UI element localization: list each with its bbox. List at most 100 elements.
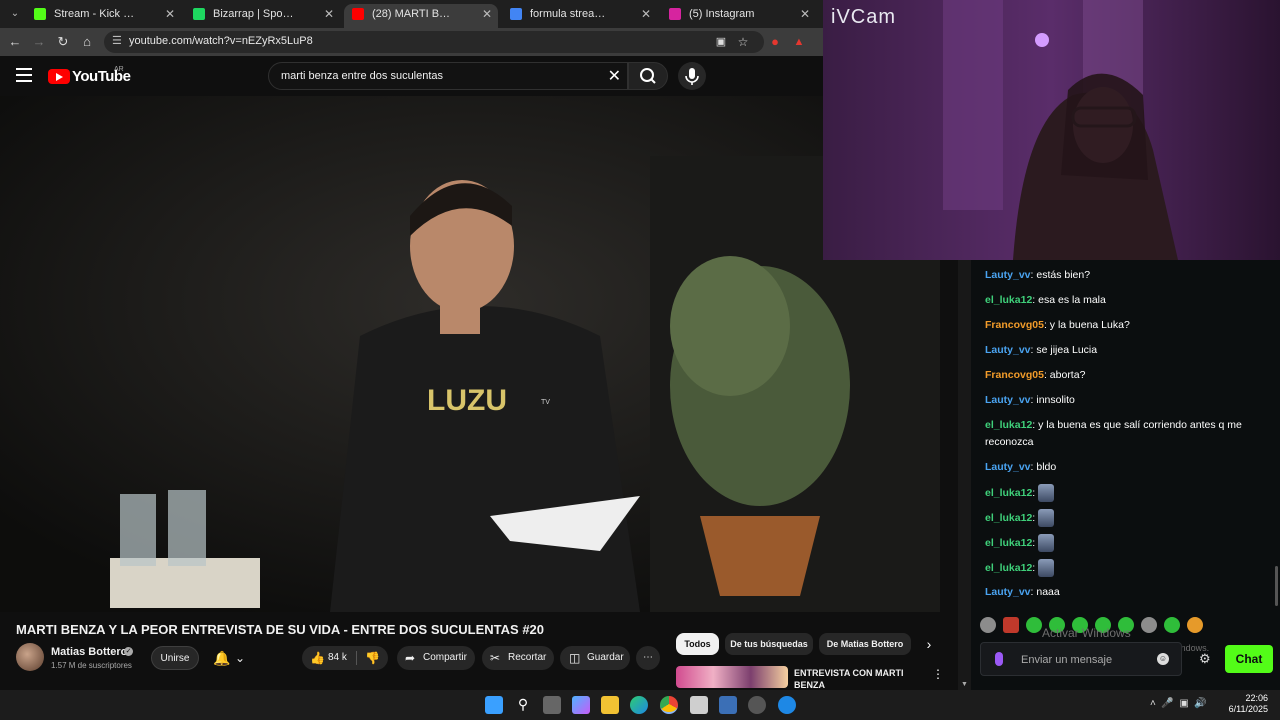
back-icon[interactable]: ← — [6, 33, 24, 51]
chip-from-searches[interactable]: De tus búsquedas — [725, 633, 813, 655]
microphone-icon[interactable] — [995, 652, 1003, 666]
tab-search-icon[interactable]: ⌄ — [6, 5, 24, 23]
clock[interactable]: 22:06 6/11/2025 — [1224, 693, 1268, 715]
channel-name[interactable]: Matias Bottero — [51, 646, 127, 658]
chip-from-channel[interactable]: De Matias Bottero — [819, 633, 911, 655]
chat-message: el_luka12: — [985, 559, 1270, 577]
chrome-icon[interactable] — [660, 696, 678, 714]
ivcam-label: iVCam — [831, 6, 897, 28]
copilot-icon[interactable] — [572, 696, 590, 714]
store-icon[interactable] — [690, 696, 708, 714]
scrollbar[interactable]: ▼ — [958, 260, 971, 690]
search-icon — [640, 68, 656, 84]
address-bar[interactable]: ☰ youtube.com/watch?v=nEZyRx5LuP8 — [104, 31, 764, 53]
chat-username[interactable]: el_luka12 — [985, 512, 1032, 524]
youtube-logo-icon[interactable] — [48, 69, 70, 84]
chat-username[interactable]: el_luka12 — [985, 487, 1032, 499]
chat-message-field[interactable] — [1019, 651, 1149, 669]
chat-scrollbar[interactable] — [1273, 260, 1280, 690]
close-tab-icon[interactable]: ✕ — [641, 4, 651, 24]
site-info-icon[interactable]: ☰ — [112, 34, 122, 47]
task-view-icon[interactable] — [543, 696, 561, 714]
app-icon[interactable] — [778, 696, 796, 714]
browser-tab[interactable]: (5) Instagram ✕ — [661, 4, 816, 28]
bookmark-icon: ◫ — [569, 651, 581, 665]
avatar[interactable] — [16, 643, 44, 671]
chevron-right-icon[interactable]: › — [920, 635, 938, 653]
notifications-button[interactable]: 🔔 ⌄ — [205, 646, 253, 670]
chat-emote-icon — [1038, 484, 1055, 502]
emote-icon[interactable] — [1164, 616, 1180, 633]
youtube-header: YouTube AR marti benza entre dos suculen… — [0, 56, 823, 96]
start-menu-icon[interactable] — [485, 696, 503, 714]
hamburger-menu-icon[interactable] — [16, 68, 32, 82]
close-tab-icon[interactable]: ✕ — [324, 4, 334, 24]
emote-icon[interactable] — [1141, 616, 1157, 633]
emote-icon[interactable] — [980, 616, 996, 633]
browser-tab[interactable]: formula streamers espn - Busca ✕ — [502, 4, 657, 28]
related-video-thumbnail[interactable] — [676, 666, 788, 688]
browser-tab[interactable]: (28) MARTI BENZA Y LA PEOR E ✕ — [344, 4, 498, 28]
extension-icon[interactable]: ▲ — [790, 33, 808, 51]
obs-icon[interactable] — [748, 696, 766, 714]
forward-icon[interactable]: → — [30, 33, 48, 51]
share-button[interactable]: ➦ Compartir — [397, 646, 475, 670]
search-input[interactable]: marti benza entre dos suculentas ✕ — [268, 62, 628, 90]
emote-icon[interactable] — [1003, 616, 1019, 633]
related-video-title[interactable]: ENTREVISTA CON MARTI BENZA — [794, 667, 914, 691]
chat-username[interactable]: Francovg05 — [985, 369, 1044, 381]
browser-tab[interactable]: Stream - Kick Dashboard ✕ — [26, 4, 181, 28]
clear-search-icon[interactable]: ✕ — [608, 66, 621, 86]
emote-icon[interactable] — [1026, 616, 1042, 633]
more-actions-icon[interactable]: ⋯ — [636, 646, 660, 670]
video-frame: LUZU TV — [0, 96, 940, 612]
webcam-overlay: iVCam — [823, 0, 1280, 260]
emote-icon[interactable] — [1187, 616, 1203, 633]
edge-icon[interactable] — [630, 696, 648, 714]
favicon-icon — [352, 8, 364, 20]
send-chat-button[interactable]: Chat — [1225, 645, 1273, 673]
chat-username[interactable]: Lauty_vv — [985, 344, 1031, 356]
chat-username[interactable]: Lauty_vv — [985, 461, 1031, 473]
home-icon[interactable]: ⌂ — [78, 33, 96, 51]
chat-username[interactable]: Lauty_vv — [985, 269, 1031, 281]
clip-button[interactable]: ✂ Recortar — [482, 646, 554, 670]
chat-username[interactable]: Francovg05 — [985, 319, 1044, 331]
chip-all[interactable]: Todos — [676, 633, 719, 655]
system-tray[interactable]: ˄ 🎤 ▣ 🔊 — [1150, 698, 1207, 709]
chat-username[interactable]: el_luka12 — [985, 562, 1032, 574]
chat-message: Francovg05: aborta? — [985, 369, 1086, 381]
browser-tab[interactable]: Bizarrap | Spotify ✕ — [185, 4, 340, 28]
file-explorer-icon[interactable] — [601, 696, 619, 714]
join-button[interactable]: Unirse — [151, 646, 199, 670]
calculator-icon[interactable] — [719, 696, 737, 714]
bell-icon: 🔔 — [213, 650, 231, 666]
chat-input-box[interactable]: ☺ — [980, 642, 1182, 676]
extension-icon[interactable]: ● — [766, 33, 784, 51]
thumbs-down-icon[interactable]: 👎 — [365, 646, 380, 670]
voice-search-button[interactable] — [678, 62, 706, 90]
favicon-icon — [193, 8, 205, 20]
chat-message: el_luka12: — [985, 509, 1270, 527]
bookmark-star-icon[interactable]: ☆ — [734, 33, 752, 51]
chat-username[interactable]: el_luka12 — [985, 537, 1032, 549]
close-tab-icon[interactable]: ✕ — [800, 4, 810, 24]
like-button[interactable]: 👍 84 k 👎 — [302, 646, 388, 670]
emoji-picker-icon[interactable]: ☺ — [1157, 653, 1169, 665]
search-icon[interactable]: ⚲ — [514, 696, 532, 714]
chat-username[interactable]: el_luka12 — [985, 419, 1032, 431]
chat-username[interactable]: el_luka12 — [985, 294, 1032, 306]
video-player[interactable]: LUZU TV — [0, 96, 940, 612]
reload-icon[interactable]: ↻ — [54, 33, 72, 51]
kebab-menu-icon[interactable]: ⋮ — [932, 667, 944, 681]
close-tab-icon[interactable]: ✕ — [482, 4, 492, 24]
chat-username[interactable]: Lauty_vv — [985, 394, 1031, 406]
install-icon[interactable]: ▣ — [712, 33, 730, 51]
tab-title: Bizarrap | Spotify — [213, 8, 296, 20]
chat-text: se jijea Lucia — [1036, 344, 1098, 356]
close-tab-icon[interactable]: ✕ — [165, 4, 175, 24]
chat-username[interactable]: Lauty_vv — [985, 586, 1031, 598]
save-button[interactable]: ◫ Guardar — [560, 646, 630, 670]
search-button[interactable] — [628, 62, 668, 90]
gear-icon[interactable]: ⚙ — [1199, 651, 1211, 667]
